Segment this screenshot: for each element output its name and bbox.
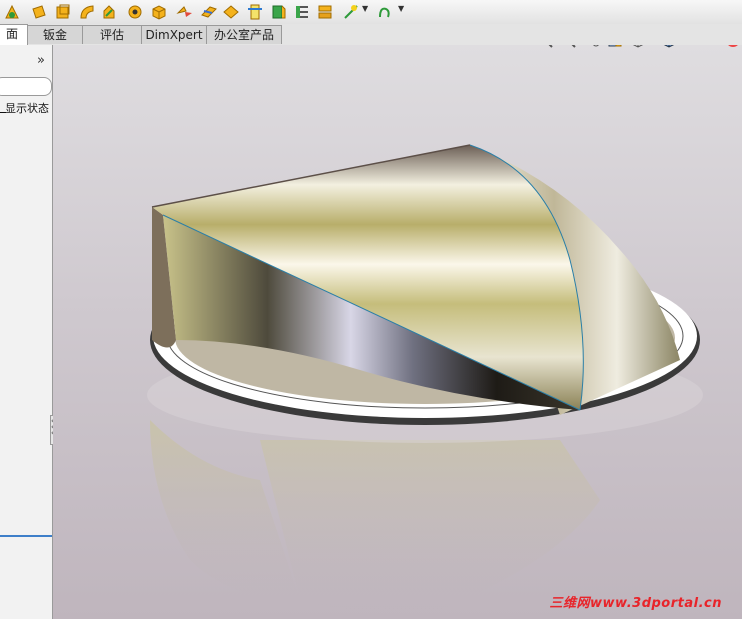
configuration-search-input[interactable] (0, 77, 52, 96)
chevron-down-icon[interactable]: ▼ (398, 4, 404, 13)
move-face-icon[interactable] (200, 3, 218, 21)
divider (0, 112, 6, 113)
graphics-viewport[interactable]: ▼ ▼ ▼ (53, 45, 742, 619)
chevron-down-icon[interactable]: ▼ (362, 4, 368, 13)
sweep-icon[interactable] (78, 3, 96, 21)
extruded-boss-icon[interactable] (3, 3, 21, 21)
spline-icon[interactable] (342, 3, 360, 21)
tab-sheet-metal[interactable]: 钣金 (27, 25, 83, 44)
tab-office-products[interactable]: 办公室产品 (206, 25, 282, 44)
tab-dimxpert[interactable]: DimXpert (141, 25, 207, 44)
command-manager-tabs: 面 钣金 评估 DimXpert 办公室产品 (0, 24, 742, 45)
revolved-boss-icon[interactable] (30, 3, 48, 21)
tab-surfaces[interactable]: 面 (0, 24, 28, 45)
loft-icon[interactable] (100, 3, 118, 21)
split-line-icon[interactable] (222, 3, 240, 21)
curves-icon[interactable] (293, 3, 311, 21)
left-panel: » 显示状态 ‹‹‹ (0, 45, 60, 619)
model-render[interactable] (53, 45, 742, 619)
expand-panel-button[interactable]: » (37, 53, 45, 68)
tab-evaluate[interactable]: 评估 (82, 25, 142, 44)
watermark: 三维网www.3dportal.cn (549, 596, 722, 611)
sketch-tools-icon[interactable] (316, 3, 334, 21)
section-view-icon[interactable] (270, 3, 288, 21)
shell-icon[interactable] (54, 3, 72, 21)
display-state-label: 显示状态 (5, 102, 49, 115)
panel-splitter[interactable] (0, 535, 52, 537)
mirror-icon[interactable] (176, 3, 194, 21)
insert-part-icon[interactable] (150, 3, 168, 21)
reference-geometry-icon[interactable] (246, 3, 264, 21)
curve-through-points-icon[interactable] (376, 3, 394, 21)
hole-wizard-icon[interactable] (126, 3, 144, 21)
command-toolbar: ▼ ▼ (0, 0, 742, 25)
